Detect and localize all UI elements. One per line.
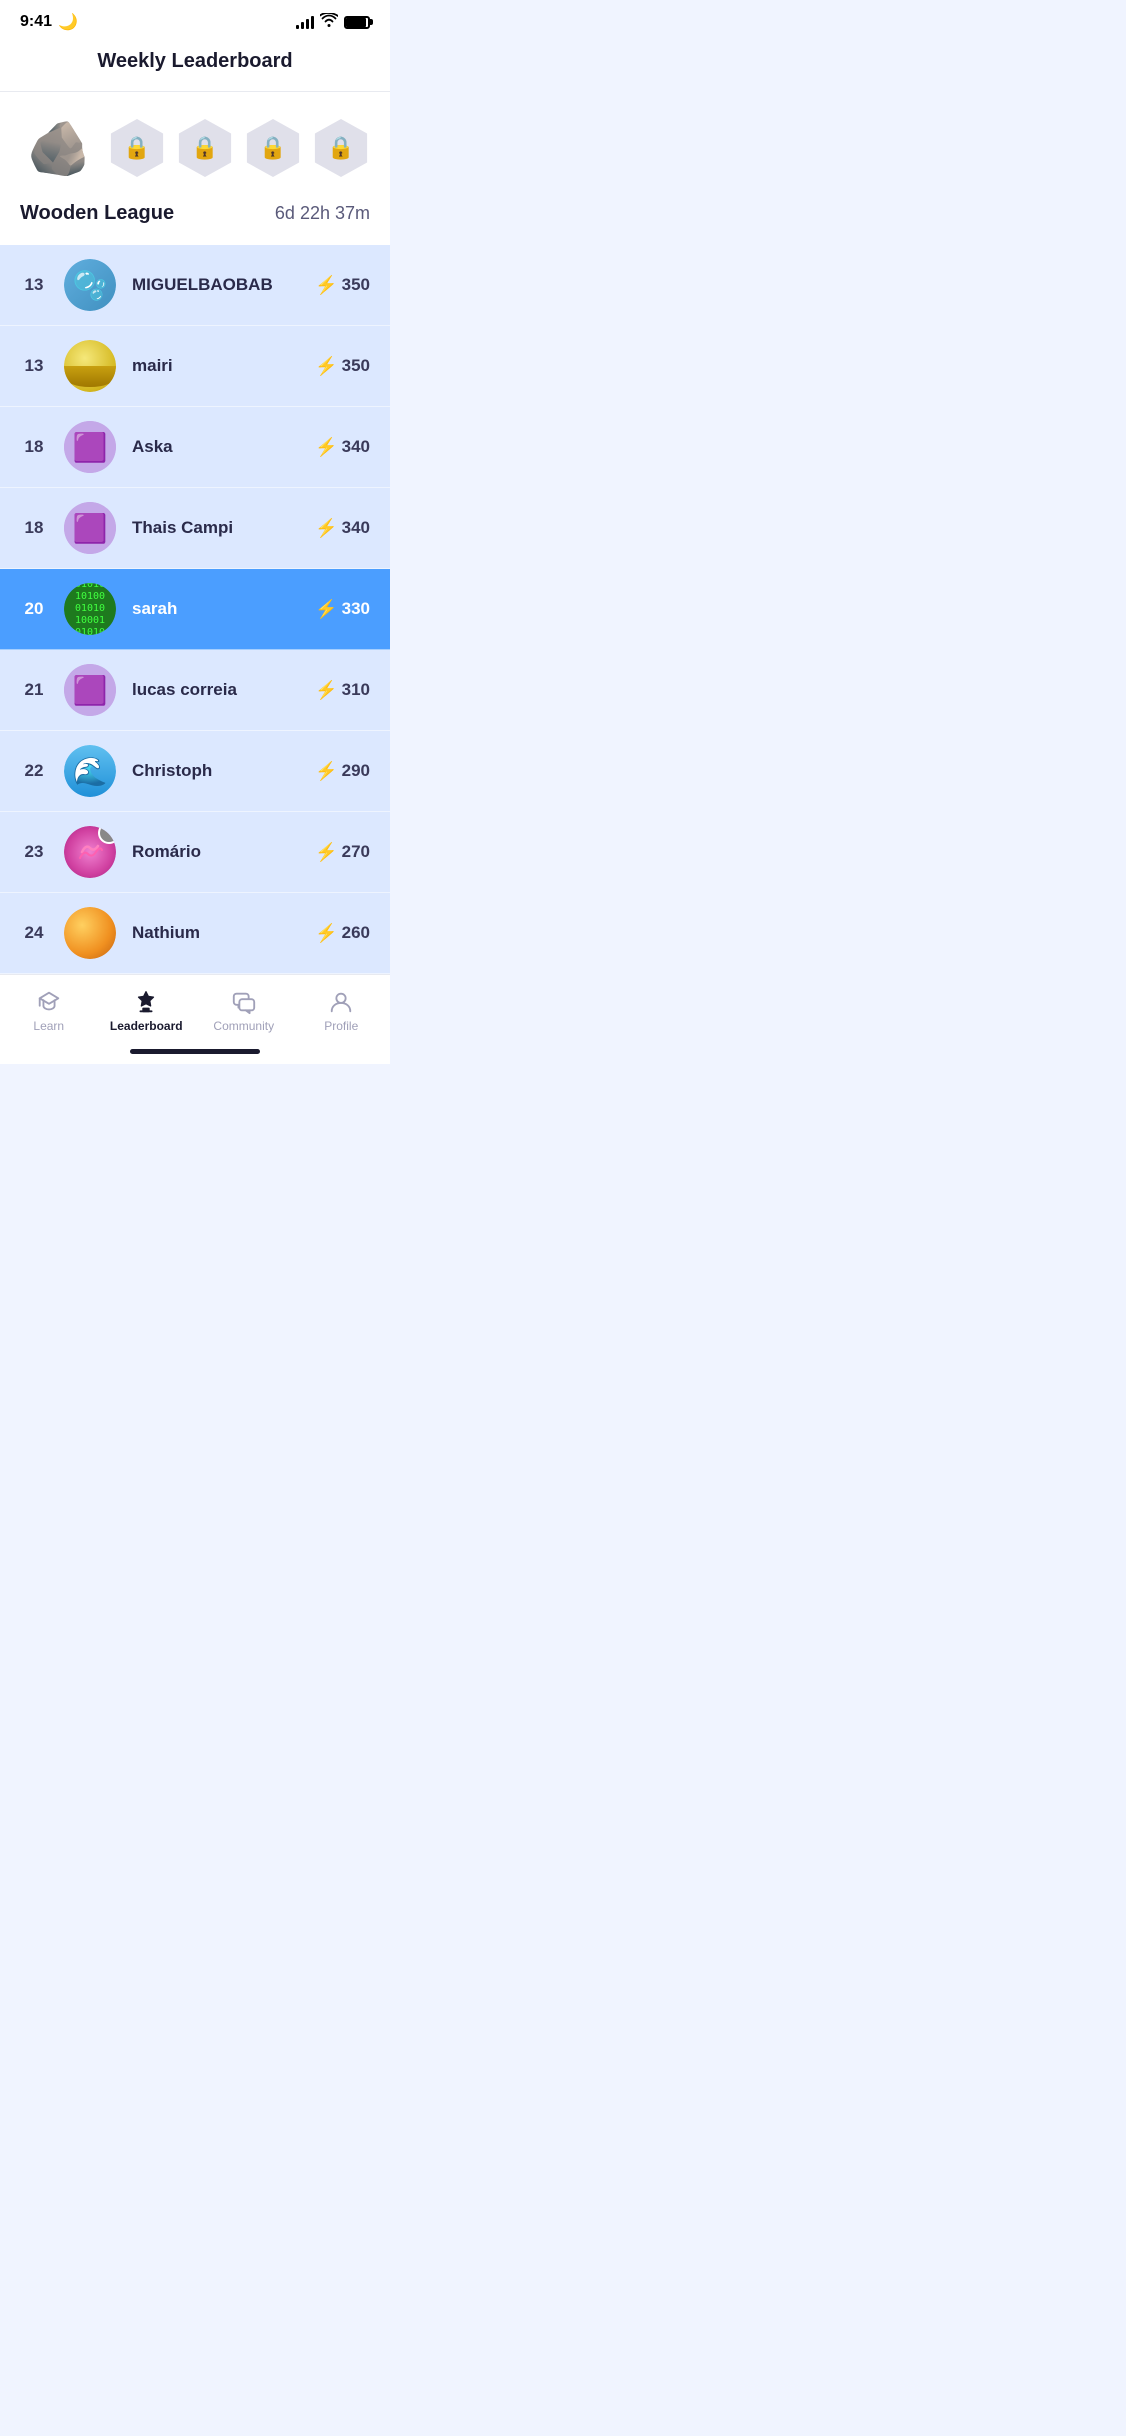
lightning-icon: ⚡	[315, 356, 337, 377]
avatar: 🫧	[64, 259, 116, 311]
profile-icon	[328, 989, 354, 1015]
nav-item-community[interactable]: Community	[195, 983, 293, 1039]
rank-label: 20	[20, 599, 48, 619]
league-timer: 6d 22h 37m	[275, 203, 370, 224]
rank-label: 13	[20, 356, 48, 376]
home-indicator-area	[0, 1043, 390, 1064]
score-label: ⚡ 350	[315, 356, 370, 377]
locked-badge-1: 🔒	[108, 119, 166, 177]
user-name-label: MIGUELBAOBAB	[132, 275, 299, 295]
avatar	[64, 907, 116, 959]
score-label: ⚡ 350	[315, 275, 370, 296]
score-label: ⚡ 340	[315, 518, 370, 539]
rank-label: 18	[20, 437, 48, 457]
lightning-icon: ⚡	[315, 599, 337, 620]
rank-label: 18	[20, 518, 48, 538]
page-title: Weekly Leaderboard	[97, 50, 292, 72]
table-row[interactable]: 18 🟪 Thais Campi ⚡ 340	[0, 488, 390, 569]
leaderboard-icon	[133, 989, 159, 1015]
avatar	[64, 340, 116, 392]
league-info: Wooden League 6d 22h 37m	[20, 202, 370, 225]
rank-label: 24	[20, 923, 48, 943]
avatar: 0101010100010101000101010	[64, 583, 116, 635]
avatar: 🟪	[64, 664, 116, 716]
user-name-label: sarah	[132, 599, 299, 619]
nav-item-leaderboard[interactable]: Leaderboard	[98, 983, 196, 1039]
avatar: 🟪	[64, 502, 116, 554]
rank-label: 22	[20, 761, 48, 781]
avatar	[64, 826, 116, 878]
lightning-icon: ⚡	[315, 275, 337, 296]
avatar: 🌊	[64, 745, 116, 797]
score-label: ⚡ 330	[315, 599, 370, 620]
leaderboard-list: 13 🫧 MIGUELBAOBAB ⚡ 350 13 mairi ⚡ 350 1…	[0, 245, 390, 974]
user-name-label: Romário	[132, 842, 299, 862]
league-name: Wooden League	[20, 202, 174, 225]
lightning-icon: ⚡	[315, 923, 337, 944]
league-section: 🪨 🔒 🔒 🔒 🔒 Wooden League 6d 22h 37m	[0, 92, 390, 245]
status-bar: 9:41 🌙	[0, 0, 390, 38]
active-league-badge[interactable]: 🪨	[20, 108, 98, 188]
wifi-icon	[320, 13, 338, 32]
lightning-icon: ⚡	[315, 518, 337, 539]
signal-icon	[296, 15, 314, 29]
score-label: ⚡ 340	[315, 437, 370, 458]
lightning-icon: ⚡	[315, 437, 337, 458]
bottom-nav: Learn Leaderboard Community Profile	[0, 974, 390, 1043]
rank-label: 23	[20, 842, 48, 862]
nav-label-profile: Profile	[324, 1019, 358, 1033]
nav-label-community: Community	[213, 1019, 274, 1033]
home-indicator-bar	[130, 1049, 260, 1054]
status-time: 9:41	[20, 13, 52, 31]
table-row[interactable]: 18 🟪 Aska ⚡ 340	[0, 407, 390, 488]
table-row[interactable]: 24 Nathium ⚡ 260	[0, 893, 390, 974]
nav-label-leaderboard: Leaderboard	[110, 1019, 183, 1033]
learn-icon	[36, 989, 62, 1015]
table-row[interactable]: 22 🌊 Christoph ⚡ 290	[0, 731, 390, 812]
nav-item-learn[interactable]: Learn	[0, 983, 98, 1039]
locked-badge-2: 🔒	[176, 119, 234, 177]
lightning-icon: ⚡	[315, 761, 337, 782]
battery-icon	[344, 16, 370, 29]
user-name-label: mairi	[132, 356, 299, 376]
rank-label: 21	[20, 680, 48, 700]
user-name-label: Aska	[132, 437, 299, 457]
table-row[interactable]: 23 Romário ⚡ 270	[0, 812, 390, 893]
score-label: ⚡ 260	[315, 923, 370, 944]
user-name-label: lucas correia	[132, 680, 299, 700]
table-row[interactable]: 13 mairi ⚡ 350	[0, 326, 390, 407]
moon-icon: 🌙	[58, 12, 78, 32]
lightning-icon: ⚡	[315, 842, 337, 863]
user-name-label: Thais Campi	[132, 518, 299, 538]
score-label: ⚡ 290	[315, 761, 370, 782]
score-label: ⚡ 270	[315, 842, 370, 863]
user-name-label: Nathium	[132, 923, 299, 943]
league-badges: 🪨 🔒 🔒 🔒 🔒	[20, 108, 370, 188]
avatar: 🟪	[64, 421, 116, 473]
page-header: Weekly Leaderboard	[0, 38, 390, 92]
score-label: ⚡ 310	[315, 680, 370, 701]
rank-label: 13	[20, 275, 48, 295]
lightning-icon: ⚡	[315, 680, 337, 701]
nav-label-learn: Learn	[33, 1019, 64, 1033]
locked-badge-4: 🔒	[312, 119, 370, 177]
nav-item-profile[interactable]: Profile	[293, 983, 391, 1039]
table-row[interactable]: 20 0101010100010101000101010 sarah ⚡ 330	[0, 569, 390, 650]
locked-badge-3: 🔒	[244, 119, 302, 177]
table-row[interactable]: 21 🟪 lucas correia ⚡ 310	[0, 650, 390, 731]
table-row[interactable]: 13 🫧 MIGUELBAOBAB ⚡ 350	[0, 245, 390, 326]
user-name-label: Christoph	[132, 761, 299, 781]
community-icon	[231, 989, 257, 1015]
